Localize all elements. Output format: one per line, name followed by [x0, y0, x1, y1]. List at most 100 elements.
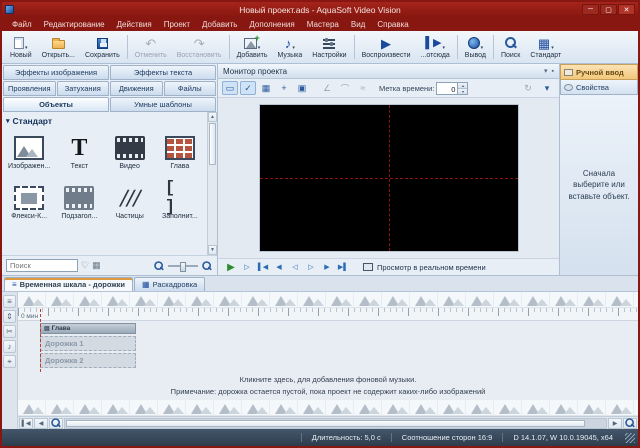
add-media-button[interactable]: ▾ Добавить	[232, 32, 273, 62]
favorites-icon[interactable]: ♡	[81, 261, 89, 270]
standard-section-header[interactable]: ▾ Стандарт	[2, 112, 207, 128]
track-1[interactable]: Дорожка 1	[40, 336, 136, 351]
maximize-button[interactable]: ▢	[600, 4, 617, 15]
save-button[interactable]: Сохранить	[80, 32, 125, 62]
scrollbar-thumb[interactable]	[209, 123, 216, 165]
play-from-here-button[interactable]: ▌▶▾ ...отсюда	[416, 32, 455, 62]
menu-actions[interactable]: Действия	[111, 20, 158, 29]
zoom-in-icon[interactable]	[202, 261, 212, 271]
tab-manual-input[interactable]: Ручной ввод	[560, 64, 638, 80]
search-input[interactable]	[6, 259, 78, 272]
grid-overlay-icon[interactable]: ▦	[258, 81, 274, 95]
spin-down-icon[interactable]: ▾	[458, 88, 467, 94]
object-item-video[interactable]: Видео	[105, 136, 155, 170]
menu-edit[interactable]: Редактирование	[38, 20, 111, 29]
track-2[interactable]: Дорожка 2	[40, 353, 136, 368]
tab-files[interactable]: Файлы	[164, 81, 217, 96]
tab-image-effects[interactable]: Эффекты изображения	[3, 65, 109, 80]
tab-motion[interactable]: Движения	[110, 81, 163, 96]
object-item-flexi-collage[interactable]: Флекси-К...	[4, 186, 54, 220]
refresh-icon[interactable]: ↻	[520, 81, 536, 95]
safe-area-icon[interactable]: ✓	[240, 81, 256, 95]
play-button[interactable]: ▶ Воспроизвести	[357, 32, 416, 62]
pin-icon[interactable]: ▪	[552, 68, 554, 75]
video-preview[interactable]	[260, 105, 518, 251]
play-selection-button[interactable]: ▷	[240, 261, 254, 274]
view-mode-icon[interactable]: ▦	[92, 261, 101, 270]
new-button[interactable]: ▾ Новый	[5, 32, 37, 62]
playhead[interactable]	[40, 309, 41, 372]
timestamp-value[interactable]: 0	[437, 83, 457, 94]
menu-wizards[interactable]: Мастера	[301, 20, 345, 29]
tab-text-effects[interactable]: Эффекты текста	[110, 65, 216, 80]
thumbnail-zoom-slider[interactable]	[168, 265, 198, 267]
undo-button[interactable]: ↶ Отменить	[130, 32, 172, 62]
search-button[interactable]: Поиск	[496, 32, 525, 62]
path-tool-icon[interactable]: ≈	[355, 81, 371, 95]
menu-add[interactable]: Добавить	[196, 20, 243, 29]
menu-help[interactable]: Справка	[371, 20, 414, 29]
move-tool-icon[interactable]: ⇕	[3, 310, 16, 323]
tab-objects[interactable]: Объекты	[3, 97, 109, 112]
object-item-image[interactable]: Изображен...	[4, 136, 54, 170]
object-item-particles[interactable]: Частицы	[105, 186, 155, 220]
crosshair-icon[interactable]: +	[276, 81, 292, 95]
angle-tool-icon[interactable]: ∠	[319, 81, 335, 95]
object-item-subtitle[interactable]: Подзагол...	[54, 186, 104, 220]
open-button[interactable]: Открыть...	[37, 32, 80, 62]
tab-smart-templates[interactable]: Умные шаблоны	[110, 97, 216, 112]
realtime-preview-label[interactable]: Просмотр в реальном времени	[377, 263, 486, 272]
menu-addons[interactable]: Дополнения	[243, 20, 300, 29]
tab-properties[interactable]: Свойства	[560, 80, 638, 95]
timeline-ruler[interactable]: 0 мин	[18, 308, 638, 321]
skip-to-end-button[interactable]: ▶▌	[336, 261, 350, 274]
scroll-to-start-button[interactable]: ▌◀	[19, 418, 33, 429]
menu-view[interactable]: Вид	[345, 20, 371, 29]
object-item-text[interactable]: Текст	[54, 136, 104, 170]
step-back-button[interactable]: ◀	[272, 261, 286, 274]
settings-button[interactable]: Настройки	[307, 32, 351, 62]
menu-file[interactable]: Файл	[6, 20, 38, 29]
step-forward-button[interactable]: ▶	[320, 261, 334, 274]
music-button[interactable]: ♪▾ Музыка	[273, 32, 308, 62]
curve-tool-icon[interactable]: ⌒	[337, 81, 353, 95]
tab-fade-out[interactable]: Затухания	[57, 81, 110, 96]
toolbox-scrollbar[interactable]: ▲ ▼	[207, 112, 217, 255]
chevron-down-icon[interactable]: ▾	[544, 67, 548, 75]
snap-tool-icon[interactable]: ⌖	[3, 355, 16, 368]
frame-back-button[interactable]: ◁	[288, 261, 302, 274]
timestamp-spinner[interactable]: 0 ▴ ▾	[436, 82, 468, 95]
frame-forward-button[interactable]: ▷	[304, 261, 318, 274]
zoom-out-icon[interactable]	[154, 261, 164, 271]
minimize-button[interactable]: ─	[582, 4, 599, 15]
scrollbar-track[interactable]	[208, 122, 217, 245]
close-button[interactable]: ✕	[618, 4, 635, 15]
scroll-left-button[interactable]: ◀	[34, 418, 48, 429]
scroll-up-icon[interactable]: ▲	[208, 112, 217, 122]
cut-tool-icon[interactable]: ✂	[3, 325, 16, 338]
tab-timeline-tracks[interactable]: ≡ Временная шкала - дорожки	[4, 277, 133, 291]
chapter-track-item[interactable]: ▤ Глава	[40, 323, 136, 334]
display-mode-icon[interactable]: ▭	[222, 81, 238, 95]
music-tool-icon[interactable]: ♪	[3, 340, 16, 353]
more-options-icon[interactable]: ▾	[539, 81, 555, 95]
skip-to-start-button[interactable]: ▌◀	[256, 261, 270, 274]
timeline-zoom-in-button[interactable]	[623, 418, 637, 429]
timeline-zoom-out-button[interactable]	[49, 418, 63, 429]
object-item-placeholder[interactable]: Заполнит...	[155, 186, 205, 220]
redo-button[interactable]: ↷ Восстановить	[172, 32, 227, 62]
scroll-right-button[interactable]: ▶	[608, 418, 622, 429]
tab-fade-in[interactable]: Проявления	[3, 81, 56, 96]
titlebar[interactable]: Новый проект.ads - AquaSoft Video Vision…	[2, 2, 638, 17]
menu-project[interactable]: Проект	[158, 20, 196, 29]
scrollbar-track[interactable]	[64, 418, 607, 429]
background-music-drop-area[interactable]: Кликните здесь, для добавления фоновой м…	[18, 370, 638, 400]
standard-layout-button[interactable]: ▦▾ Стандарт	[525, 32, 566, 62]
scroll-down-icon[interactable]: ▼	[208, 245, 217, 255]
resize-grip-icon[interactable]	[625, 433, 635, 443]
play-button[interactable]: ▶	[224, 261, 238, 274]
output-button[interactable]: ▾ Вывод	[460, 32, 491, 62]
frame-icon[interactable]: ▣	[294, 81, 310, 95]
object-item-chapter[interactable]: Глава	[155, 136, 205, 170]
scrollbar-thumb[interactable]	[66, 420, 585, 427]
